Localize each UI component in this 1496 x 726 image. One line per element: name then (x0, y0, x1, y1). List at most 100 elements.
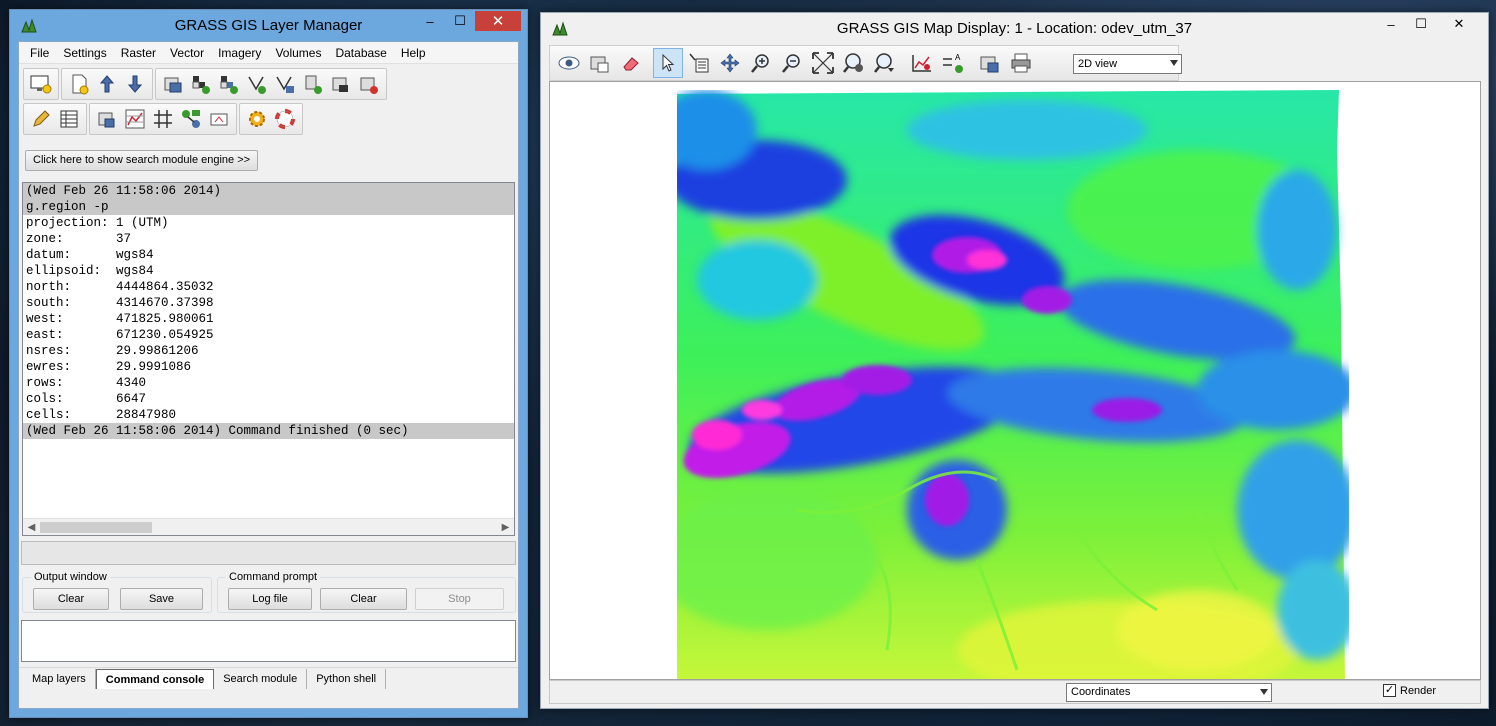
layer-toolbar (23, 67, 389, 101)
console-line: ellipsoid: wgs84 (26, 264, 154, 278)
add-vector-icon[interactable] (243, 70, 271, 98)
settings-gear-icon[interactable] (243, 105, 271, 133)
console-lines: (Wed Feb 26 11:58:06 2014) g.region -p pro… (23, 183, 514, 439)
elevation-raster-map (677, 90, 1349, 679)
add-overlay-icon[interactable] (299, 70, 327, 98)
analyze-map-icon[interactable] (907, 48, 937, 78)
add-raster-misc-icon[interactable] (187, 70, 215, 98)
console-line: datum: wgs84 (26, 248, 154, 262)
console-line: nsres: 29.99861206 (26, 344, 199, 358)
output-window-group: Output window Clear Save (22, 570, 212, 613)
maximize-button[interactable]: ☐ (1406, 14, 1436, 34)
prompt-clear-button[interactable]: Clear (320, 588, 407, 610)
close-button[interactable]: ✕ (475, 11, 521, 31)
map-canvas[interactable] (549, 81, 1481, 680)
view-mode-select[interactable]: 2D view (1073, 54, 1182, 74)
log-file-button[interactable]: Log file (228, 588, 312, 610)
help-lifebuoy-icon[interactable] (271, 105, 299, 133)
output-console[interactable]: (Wed Feb 26 11:58:06 2014) g.region -p pro… (22, 182, 515, 536)
remove-layer-icon[interactable] (355, 70, 383, 98)
menu-help[interactable]: Help (394, 42, 433, 64)
save-display-icon[interactable] (975, 48, 1005, 78)
add-group-icon[interactable] (327, 70, 355, 98)
print-icon[interactable] (1006, 48, 1036, 78)
console-line: east: 671230.054925 (26, 328, 214, 342)
chevron-down-icon (1260, 689, 1268, 695)
map-swipe-icon[interactable] (205, 105, 233, 133)
menu-imagery[interactable]: Imagery (211, 42, 268, 64)
stop-button[interactable]: Stop (415, 588, 504, 610)
erase-icon[interactable] (616, 48, 646, 78)
menu-vector[interactable]: Vector (163, 42, 211, 64)
console-line: north: 4444864.35032 (26, 280, 214, 294)
zoom-back-icon[interactable] (839, 48, 869, 78)
attribute-table-icon[interactable] (55, 105, 83, 133)
close-button[interactable]: ✕ (1436, 14, 1482, 34)
console-line: zone: 37 (26, 232, 132, 246)
scroll-right-arrow-icon[interactable]: ▶ (497, 519, 514, 535)
pencil-icon[interactable] (27, 105, 55, 133)
status-mode-select[interactable]: Coordinates (1066, 683, 1272, 702)
new-workspace-icon[interactable] (65, 70, 93, 98)
minimize-button[interactable]: – (415, 11, 445, 31)
notebook-tabs: Map layers Command console Search module… (19, 667, 518, 689)
output-save-button[interactable]: Save (120, 588, 203, 610)
cartographic-composer-icon[interactable] (93, 105, 121, 133)
modeler-icon[interactable] (177, 105, 205, 133)
status-mode-value: Coordinates (1071, 686, 1131, 698)
command-input[interactable] (21, 620, 516, 662)
georectify-grid-icon[interactable] (149, 105, 177, 133)
output-clear-button[interactable]: Clear (33, 588, 109, 610)
add-vector-misc-icon[interactable] (271, 70, 299, 98)
zoom-options-icon[interactable] (870, 48, 900, 78)
progress-bar (21, 541, 516, 565)
map-display-titlebar[interactable]: GRASS GIS Map Display: 1 - Location: ode… (541, 13, 1488, 45)
tab-python-shell[interactable]: Python shell (307, 669, 387, 689)
add-rgb-icon[interactable] (215, 70, 243, 98)
layer-manager-titlebar[interactable]: GRASS GIS Layer Manager – ☐ ✕ (10, 10, 527, 42)
checkmark-icon[interactable]: ✓ (1383, 684, 1396, 697)
zoom-in-icon[interactable] (746, 48, 776, 78)
view-mode-value: 2D view (1078, 58, 1118, 70)
save-workspace-icon[interactable] (121, 70, 149, 98)
display-map-eye-icon[interactable] (554, 48, 584, 78)
console-line: south: 4314670.37398 (26, 296, 214, 310)
scroll-left-arrow-icon[interactable]: ◀ (23, 519, 40, 535)
tab-command-console[interactable]: Command console (95, 669, 215, 689)
console-line: (Wed Feb 26 11:58:06 2014) Command finis… (23, 423, 514, 439)
console-line: (Wed Feb 26 11:58:06 2014) (23, 183, 514, 199)
menu-volumes[interactable]: Volumes (268, 42, 328, 64)
tools-toolbar (23, 102, 305, 136)
histogram-icon[interactable] (121, 105, 149, 133)
console-line: cols: 6647 (26, 392, 147, 406)
scrollbar-thumb[interactable] (40, 522, 152, 533)
render-map-icon[interactable] (585, 48, 615, 78)
horizontal-scrollbar[interactable]: ◀ ▶ (23, 518, 514, 535)
menu-database[interactable]: Database (328, 42, 393, 64)
pan-icon[interactable] (715, 48, 745, 78)
menu-settings[interactable]: Settings (56, 42, 113, 64)
new-display-icon[interactable] (27, 70, 55, 98)
menu-file[interactable]: File (23, 42, 56, 64)
add-raster-icon[interactable] (159, 70, 187, 98)
pointer-icon[interactable] (653, 48, 683, 78)
add-decoration-icon[interactable]: A (938, 48, 968, 78)
maximize-button[interactable]: ☐ (445, 11, 475, 31)
render-checkbox[interactable]: ✓ Render (1383, 684, 1436, 697)
map-display-title: GRASS GIS Map Display: 1 - Location: ode… (836, 20, 1193, 37)
svg-text:A: A (955, 53, 961, 62)
chevron-down-icon (1170, 60, 1178, 66)
map-toolbar: A 2D view (549, 45, 1182, 81)
query-icon[interactable] (684, 48, 714, 78)
load-workspace-icon[interactable] (93, 70, 121, 98)
layer-manager-window: GRASS GIS Layer Manager – ☐ ✕ File Setti… (9, 9, 528, 718)
menu-raster[interactable]: Raster (114, 42, 163, 64)
console-line: ewres: 29.9991086 (26, 360, 192, 374)
map-statusbar: Coordinates ✓ Render (549, 680, 1481, 704)
minimize-button[interactable]: – (1376, 14, 1406, 34)
tab-search-module[interactable]: Search module (214, 669, 308, 689)
tab-map-layers[interactable]: Map layers (23, 669, 96, 689)
show-search-engine-button[interactable]: Click here to show search module engine … (25, 150, 259, 171)
zoom-out-icon[interactable] (777, 48, 807, 78)
zoom-extent-icon[interactable] (808, 48, 838, 78)
